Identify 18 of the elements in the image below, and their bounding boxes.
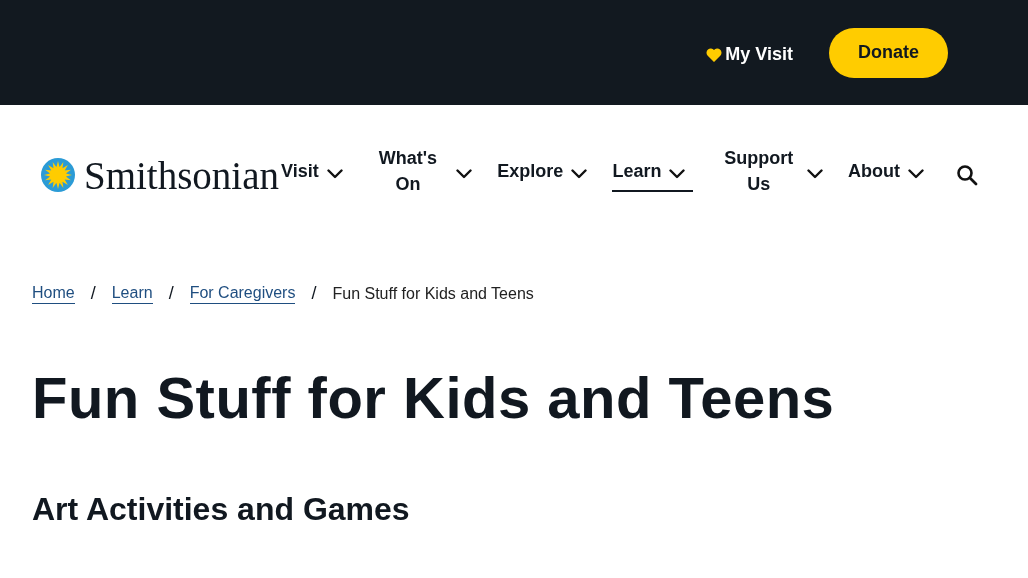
nav-link[interactable]: What's On <box>367 145 472 205</box>
donate-button[interactable]: Donate <box>829 27 948 78</box>
breadcrumb-separator: / <box>90 283 96 304</box>
breadcrumb-link[interactable]: Learn <box>111 283 153 304</box>
logo-text[interactable]: Smithsonian <box>84 152 280 198</box>
nav-link[interactable]: Visit <box>281 158 343 192</box>
nav-link[interactable]: Explore <box>497 158 588 192</box>
my-visit-link[interactable]: My Visit <box>706 44 793 65</box>
nav-link[interactable]: Learn <box>612 158 694 192</box>
page-title: Fun Stuff for Kids and Teens <box>32 364 836 431</box>
breadcrumb-separator: / <box>168 283 174 304</box>
breadcrumb-link[interactable]: Home <box>32 283 75 304</box>
breadcrumb-current: Fun Stuff for Kids and Teens <box>332 284 534 303</box>
section-heading: Art Activities and Games <box>32 491 411 528</box>
breadcrumb-link[interactable]: For Caregivers <box>189 283 296 304</box>
breadcrumb-separator: / <box>311 283 317 304</box>
nav-link[interactable]: About <box>847 158 924 192</box>
nav-link[interactable]: Support Us <box>718 145 823 205</box>
